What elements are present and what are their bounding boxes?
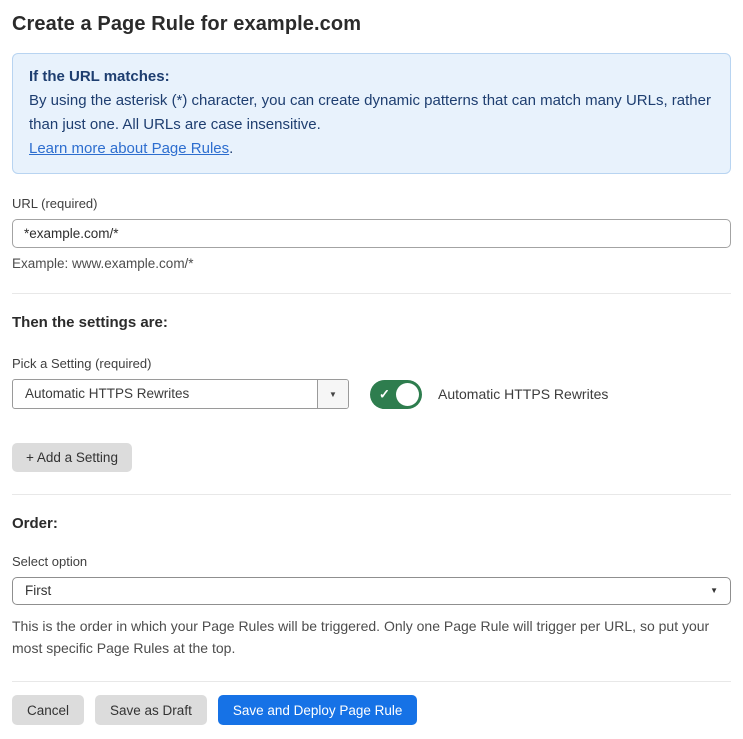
learn-more-link[interactable]: Learn more about Page Rules	[29, 140, 229, 157]
setting-select-value: Automatic HTTPS Rewrites	[25, 386, 190, 401]
add-setting-button[interactable]: + Add a Setting	[12, 443, 132, 472]
order-helper-text: This is the order in which your Page Rul…	[12, 618, 710, 656]
url-example-helper: Example: www.example.com/*	[12, 256, 194, 271]
order-section-heading: Order:	[12, 515, 58, 532]
settings-section-heading: Then the settings are:	[12, 314, 168, 331]
chevron-down-icon: ▼	[710, 586, 718, 595]
toggle-label: Automatic HTTPS Rewrites	[438, 386, 609, 402]
check-icon: ✓	[379, 386, 390, 402]
order-select-value: First	[25, 583, 52, 598]
pick-setting-label: Pick a Setting (required)	[12, 356, 152, 371]
url-match-info-box: If the URL matches: By using the asteris…	[12, 53, 731, 174]
chevron-down-icon: ▼	[317, 380, 348, 408]
setting-row: Automatic HTTPS Rewrites ▼ ✓ Automatic H…	[12, 379, 731, 409]
divider	[12, 681, 731, 682]
order-select-label: Select option	[12, 554, 88, 569]
toggle-knob	[396, 382, 419, 406]
divider	[12, 293, 731, 294]
link-suffix: .	[229, 140, 234, 157]
cancel-button[interactable]: Cancel	[12, 695, 85, 725]
info-box-link-line: Learn more about Page Rules.	[29, 137, 714, 161]
url-field-label: URL (required)	[12, 196, 98, 211]
divider	[12, 494, 731, 495]
setting-select[interactable]: Automatic HTTPS Rewrites ▼	[12, 379, 349, 409]
info-box-body: By using the asterisk (*) character, you…	[29, 92, 711, 133]
order-select[interactable]: First ▼	[12, 577, 731, 605]
save-as-draft-button[interactable]: Save as Draft	[95, 695, 207, 725]
page-title: Create a Page Rule for example.com	[12, 13, 362, 35]
info-box-heading: If the URL matches:	[29, 68, 170, 85]
automatic-https-rewrites-toggle[interactable]: ✓	[370, 379, 422, 409]
url-input[interactable]	[12, 219, 731, 248]
save-and-deploy-button[interactable]: Save and Deploy Page Rule	[217, 695, 418, 725]
footer-actions: Cancel Save as Draft Save and Deploy Pag…	[12, 695, 731, 725]
